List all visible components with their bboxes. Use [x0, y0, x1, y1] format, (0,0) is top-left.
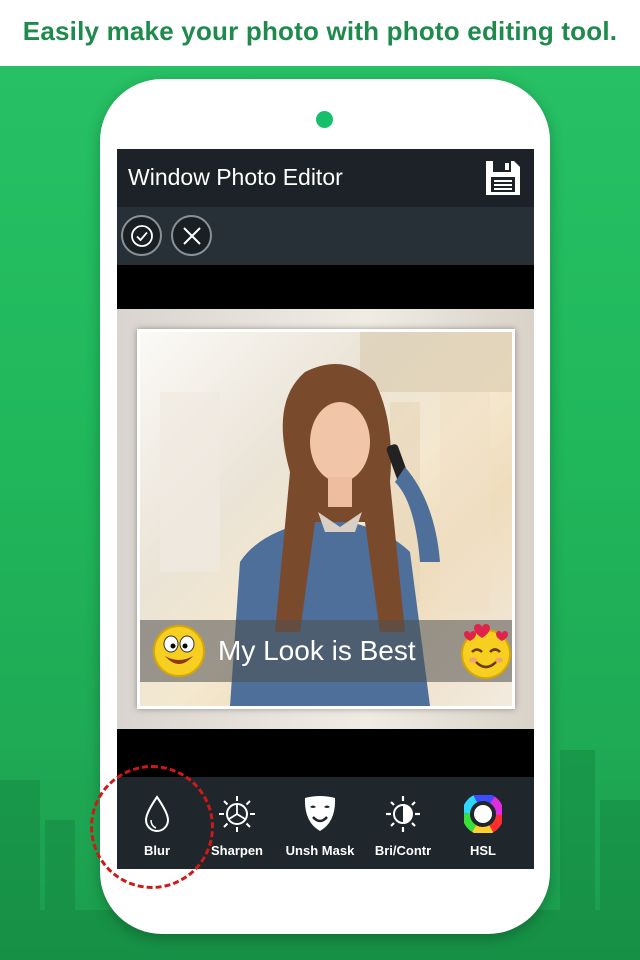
close-icon [183, 227, 201, 245]
action-bar [117, 207, 534, 265]
save-icon[interactable] [484, 159, 522, 197]
caption-text: My Look is Best [218, 635, 416, 666]
caption-band[interactable]: My Look is Best [140, 620, 512, 682]
tool-hsl-label: HSL [470, 843, 496, 858]
tool-unsh-mask-label: Unsh Mask [285, 843, 355, 858]
mask-icon [304, 796, 336, 831]
blur-highlight-ring [90, 765, 214, 889]
promo-headline: Easily make your photo with photo editin… [0, 0, 640, 66]
brightness-icon [386, 796, 420, 832]
photo-canvas[interactable]: My Look is Best [117, 309, 534, 729]
title-bar: Window Photo Editor [117, 149, 534, 207]
app-screen: Window Photo Editor My Look is Best Blur… [117, 149, 534, 869]
tool-hsl[interactable]: HSL [443, 777, 523, 869]
edited-photo: My Look is Best [137, 329, 515, 709]
check-circle-icon [131, 225, 153, 247]
tool-bri-contr-label: Bri/Contr [374, 843, 432, 858]
color-wheel-icon [464, 795, 502, 833]
sun-gear-icon [219, 796, 255, 832]
app-title: Window Photo Editor [128, 164, 343, 190]
cancel-button[interactable] [171, 215, 212, 256]
heart-crown-smile-emoji [461, 624, 511, 679]
tool-unsh-mask[interactable]: Unsh Mask [277, 777, 363, 869]
confirm-button[interactable] [121, 215, 162, 256]
goofy-face-emoji [153, 625, 205, 677]
camera-dot [316, 111, 333, 128]
tool-bri-contr[interactable]: Bri/Contr [363, 777, 443, 869]
